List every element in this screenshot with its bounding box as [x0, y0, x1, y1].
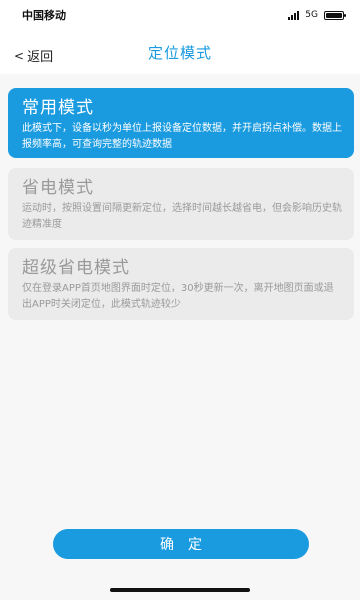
mode-option-super-power-saving[interactable]: 超级省电模式 仅在登录APP首页地图界面时定位，30秒更新一次，离开地图页面或退… [8, 248, 354, 320]
home-indicator[interactable] [110, 588, 250, 592]
network-type: 5G [305, 10, 318, 20]
mode-title: 超级省电模式 [22, 258, 130, 278]
status-indicators: 5G [288, 10, 346, 20]
back-label: 返回 [27, 50, 54, 65]
back-button[interactable]: < 返回 [14, 46, 54, 66]
nav-bar: < 返回 定位模式 [0, 30, 360, 74]
carrier-name: 中国移动 [22, 9, 66, 22]
mode-option-power-saving[interactable]: 省电模式 运动时，按照设置间隔更新定位，选择时间越长越省电，但会影响历史轨迹精准… [8, 168, 354, 240]
page-title: 定位模式 [147, 43, 212, 62]
chevron-left-icon: < [14, 48, 25, 63]
mode-title: 省电模式 [22, 178, 94, 198]
mode-list: 常用模式 此模式下，设备以秒为单位上报设备定位数据，并开启拐点补偿。数据上报频率… [0, 74, 360, 600]
mode-description: 仅在登录APP首页地图界面时定位，30秒更新一次，离开地图页面或退出APP时关闭… [22, 283, 334, 310]
confirm-button[interactable]: 确定 [53, 529, 309, 559]
signal-icon [288, 10, 300, 20]
battery-icon [324, 10, 346, 20]
mode-description: 运动时，按照设置间隔更新定位，选择时间越长越省电，但会影响历史轨迹精准度 [22, 203, 342, 230]
mode-description: 此模式下，设备以秒为单位上报设备定位数据，并开启拐点补偿。数据上报频率高，可查询… [22, 123, 342, 150]
mode-option-normal[interactable]: 常用模式 此模式下，设备以秒为单位上报设备定位数据，并开启拐点补偿。数据上报频率… [8, 88, 354, 158]
mode-title: 常用模式 [22, 98, 94, 118]
status-bar: 中国移动 5G [0, 0, 360, 30]
